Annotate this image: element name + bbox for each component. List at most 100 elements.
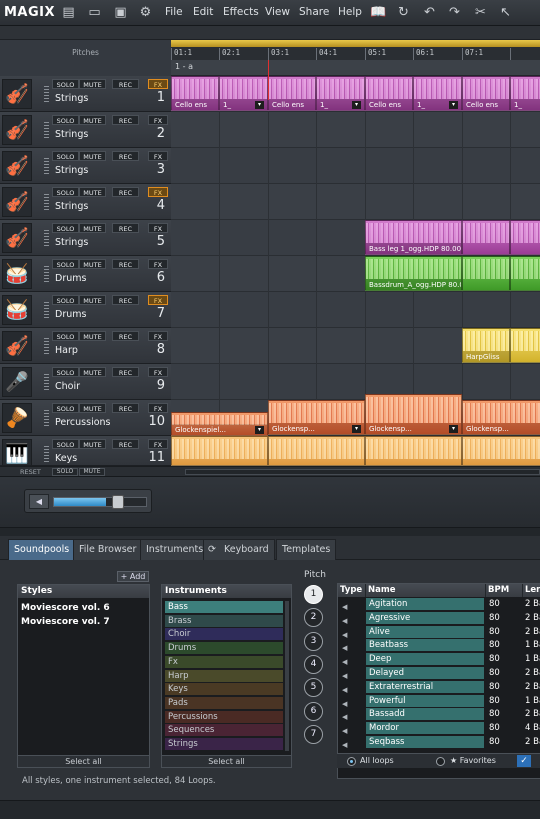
styles-list[interactable]: Styles Moviescore vol. 6 Moviescore vol.… <box>17 584 150 768</box>
grid-row[interactable] <box>171 112 540 148</box>
mute-button[interactable]: MUTE <box>79 439 106 449</box>
mute-button[interactable]: MUTE <box>79 295 106 305</box>
track-header[interactable]: 🪘 SOLO MUTE REC FX Percussions 10 <box>0 400 171 436</box>
pitch-button[interactable]: 2 <box>304 608 323 628</box>
loop-row[interactable]: ◀Deep801 Ba <box>338 653 540 666</box>
track-header[interactable]: 🎻 SOLO MUTE REC FX Strings 2 <box>0 112 171 148</box>
audio-clip[interactable]: Glockensp... ▾ <box>365 394 462 435</box>
grid-row[interactable] <box>171 364 540 400</box>
loop-range-bar[interactable] <box>171 40 540 47</box>
instruments-list[interactable]: Instruments Bass Brass Choir Drums Fx Harp Key… <box>161 584 292 768</box>
audio-clip[interactable] <box>510 328 540 363</box>
audio-clip[interactable]: HarpGliss <box>462 328 510 363</box>
audio-clip[interactable] <box>462 256 510 291</box>
speaker-icon[interactable]: ◀ <box>342 739 347 752</box>
track-name[interactable]: Strings <box>55 201 88 212</box>
rec-button[interactable]: REC <box>112 223 139 233</box>
instrument-item[interactable]: Brass <box>165 614 283 627</box>
audio-clip[interactable]: Cello ens <box>268 76 316 111</box>
track-grip[interactable] <box>44 374 49 392</box>
loop-row[interactable]: ◀Extraterrestrial802 Ba <box>338 680 540 694</box>
save-icon[interactable]: ▣ <box>112 4 129 21</box>
rec-button[interactable]: REC <box>112 151 139 161</box>
fx-button[interactable]: FX <box>148 115 168 125</box>
fx-button[interactable]: FX <box>148 223 168 233</box>
loop-icon[interactable]: ↻ <box>395 4 412 21</box>
solo-button[interactable]: SOLO <box>52 367 79 377</box>
menu-edit[interactable]: Edit <box>193 6 213 18</box>
audio-clip[interactable]: Cello ens <box>462 76 510 111</box>
solo-button[interactable]: SOLO <box>52 151 79 161</box>
track-name[interactable]: Drums <box>55 309 86 320</box>
grid-row[interactable] <box>171 292 540 328</box>
fx-button[interactable]: FX <box>148 259 168 269</box>
timeline-ruler[interactable]: 01:1 02:1 03:1 04:1 05:1 06:1 07:1 <box>171 40 540 60</box>
pitch-button[interactable]: 7 <box>304 724 323 744</box>
help-book-icon[interactable]: 📖 <box>370 4 387 21</box>
clip-menu-icon[interactable]: ▾ <box>255 101 264 109</box>
settings-icon[interactable]: ⚙ <box>137 4 154 21</box>
tab-file-browser[interactable]: File Browser <box>73 539 143 560</box>
loop-row[interactable]: ◀Delayed802 Ba <box>338 667 540 680</box>
tab-soundpools[interactable]: Soundpools <box>8 539 76 560</box>
track-header[interactable]: 🎹 SOLO MUTE REC FX Keys 11 <box>0 436 171 466</box>
pitch-button[interactable]: 4 <box>304 654 323 674</box>
clip-menu-icon[interactable]: ▾ <box>352 101 361 109</box>
track-header[interactable]: 🥁 SOLO MUTE REC FX Drums 6 <box>0 256 171 292</box>
rec-button[interactable]: REC <box>112 367 139 377</box>
add-style-button[interactable]: + Add <box>117 571 149 582</box>
rec-button[interactable]: REC <box>112 403 139 413</box>
track-header[interactable]: 🎻 SOLO MUTE REC FX Strings 3 <box>0 148 171 184</box>
track-name[interactable]: Drums <box>55 273 86 284</box>
audio-clip[interactable]: Cello ens <box>365 76 413 111</box>
zoom-slider[interactable] <box>53 495 147 509</box>
loop-row[interactable]: ◀Agitation802 Ba <box>338 598 540 611</box>
loop-row[interactable]: ◀Beatbass801 Ba <box>338 639 540 652</box>
playhead[interactable] <box>268 60 269 100</box>
audio-clip[interactable]: 1_ ▾ <box>413 76 462 111</box>
grid-row[interactable] <box>171 148 540 184</box>
solo-all-button[interactable]: SOLO <box>52 468 78 476</box>
col-length[interactable]: Len <box>523 584 540 597</box>
audio-clip[interactable]: Glockensp... ▾ <box>268 400 365 435</box>
all-loops-label[interactable]: All loops <box>360 756 394 765</box>
rec-button[interactable]: REC <box>112 115 139 125</box>
mute-button[interactable]: MUTE <box>79 187 106 197</box>
loop-row[interactable]: ◀ Seqbass 80 2 Ba <box>338 736 540 749</box>
reset-button[interactable]: RESET <box>20 468 41 476</box>
open-folder-icon[interactable]: ▭ <box>86 4 103 21</box>
loop-row[interactable]: ◀Powerful801 Ba <box>338 694 540 708</box>
track-name[interactable]: Keys <box>55 453 77 464</box>
fx-button[interactable]: FX <box>148 151 168 161</box>
track-name[interactable]: Choir <box>55 381 80 392</box>
play-left-icon[interactable]: ◀ <box>29 494 49 509</box>
menu-help[interactable]: Help <box>338 6 362 18</box>
instrument-item[interactable]: Drums <box>165 642 283 655</box>
clip-menu-icon[interactable]: ▾ <box>352 425 361 433</box>
track-grip[interactable] <box>44 122 49 140</box>
instrument-item[interactable]: Fx <box>165 655 283 668</box>
instrument-item[interactable]: Pads <box>165 696 283 709</box>
track-header[interactable]: 🎤 SOLO MUTE REC FX Choir 9 <box>0 364 171 400</box>
mute-button[interactable]: MUTE <box>79 403 106 413</box>
fx-button[interactable]: FX <box>148 79 168 89</box>
clip-menu-icon[interactable]: ▾ <box>449 101 458 109</box>
checkmark-icon[interactable]: ✓ <box>517 755 531 767</box>
track-name[interactable]: Strings <box>55 237 88 248</box>
clip-menu-icon[interactable]: ▾ <box>449 425 458 433</box>
audio-clip[interactable] <box>510 256 540 291</box>
tab-instruments[interactable]: Instruments <box>140 539 210 560</box>
rec-button[interactable]: REC <box>112 295 139 305</box>
loop-row[interactable]: ◀Agressive802 Ba <box>338 611 540 625</box>
fx-button[interactable]: FX <box>148 331 168 341</box>
instrument-item[interactable]: Strings <box>165 738 283 750</box>
track-name[interactable]: Strings <box>55 165 88 176</box>
mouse-pointer-icon[interactable]: ↖ <box>497 4 514 21</box>
fx-button[interactable]: FX <box>148 187 168 197</box>
instruments-scrollbar[interactable] <box>285 601 289 751</box>
fx-button[interactable]: FX <box>148 295 168 305</box>
track-header[interactable]: 🎻 SOLO MUTE REC FX Harp 8 <box>0 328 171 364</box>
menu-effects[interactable]: Effects <box>223 6 259 18</box>
loop-row[interactable]: ◀Bassadd802 Ba <box>338 708 540 721</box>
audio-clip[interactable]: 1_ <box>510 76 540 111</box>
